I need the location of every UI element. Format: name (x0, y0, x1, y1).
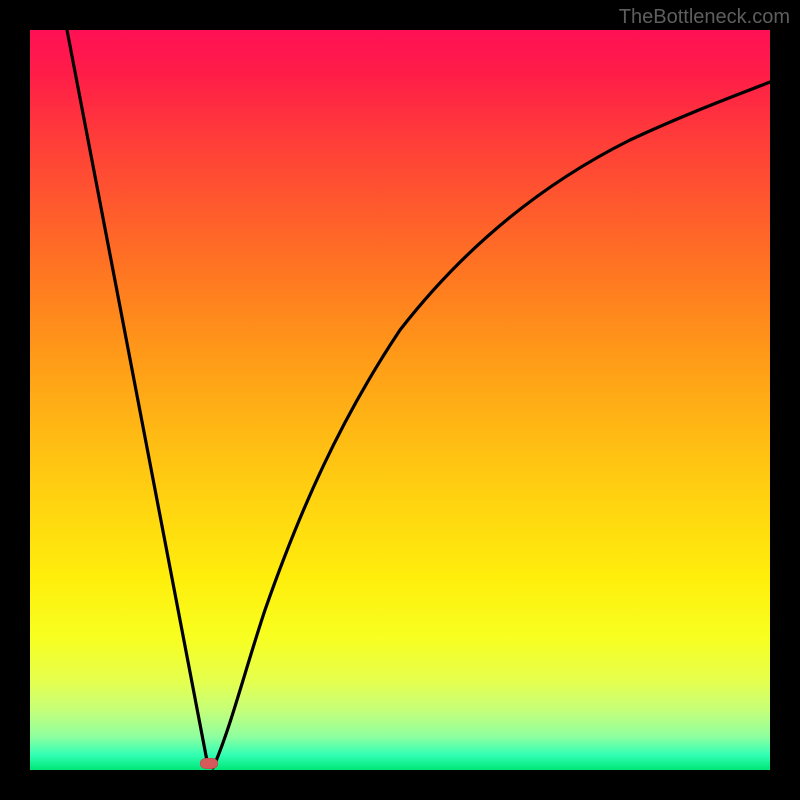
bottleneck-curve (30, 30, 770, 770)
curve-path (67, 30, 770, 768)
watermark-text: TheBottleneck.com (619, 6, 790, 29)
chart-frame: TheBottleneck.com (0, 0, 800, 800)
minimum-marker (200, 758, 218, 769)
plot-area (30, 30, 770, 770)
